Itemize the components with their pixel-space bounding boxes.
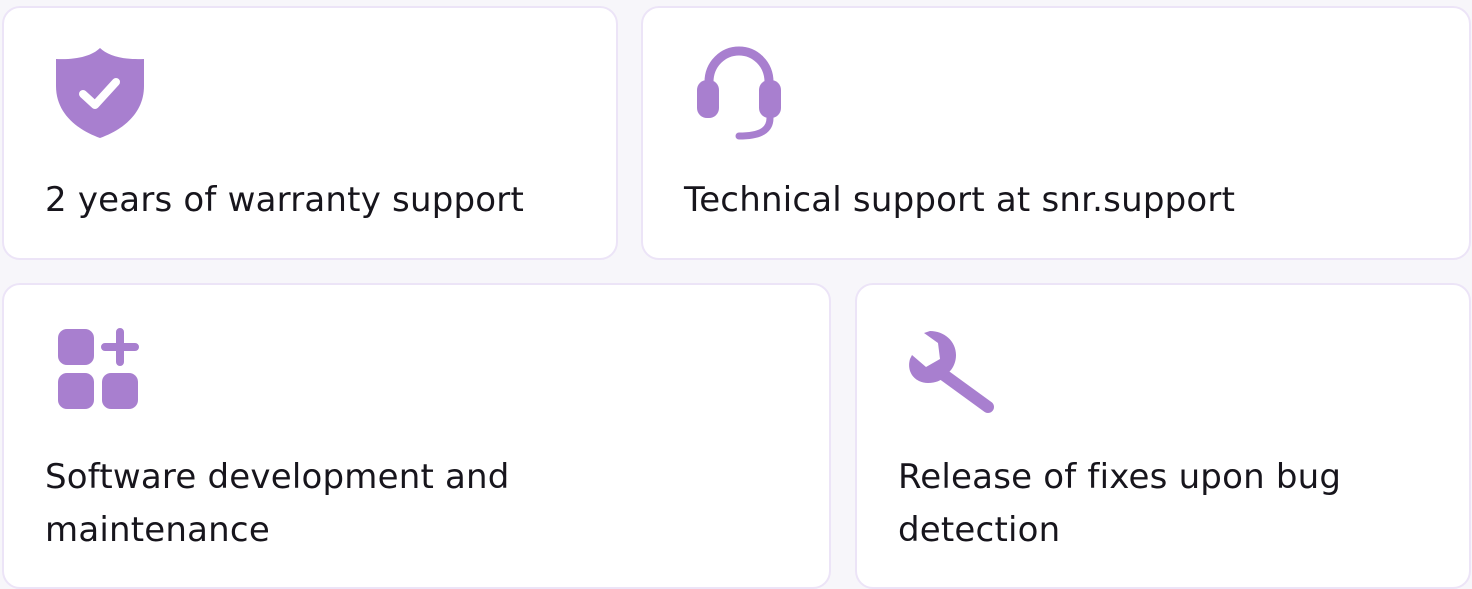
feature-card-fixes: Release of fixes upon bug detection: [855, 283, 1471, 589]
feature-card-warranty: 2 years of warranty support: [2, 6, 618, 260]
apps-add-icon: [56, 327, 142, 413]
feature-card-tech-support: Technical support at snr.support: [641, 6, 1471, 260]
feature-card-software: Software development and maintenance: [2, 283, 831, 589]
shield-check-icon: [52, 46, 148, 142]
feature-label: Software development and maintenance: [45, 457, 510, 550]
feature-label: 2 years of warranty support: [45, 180, 524, 220]
headset-icon: [695, 42, 783, 142]
feature-label: Technical support at snr.support: [684, 180, 1236, 220]
feature-label: Release of fixes upon bug detection: [898, 457, 1342, 550]
wrench-icon: [908, 327, 998, 417]
